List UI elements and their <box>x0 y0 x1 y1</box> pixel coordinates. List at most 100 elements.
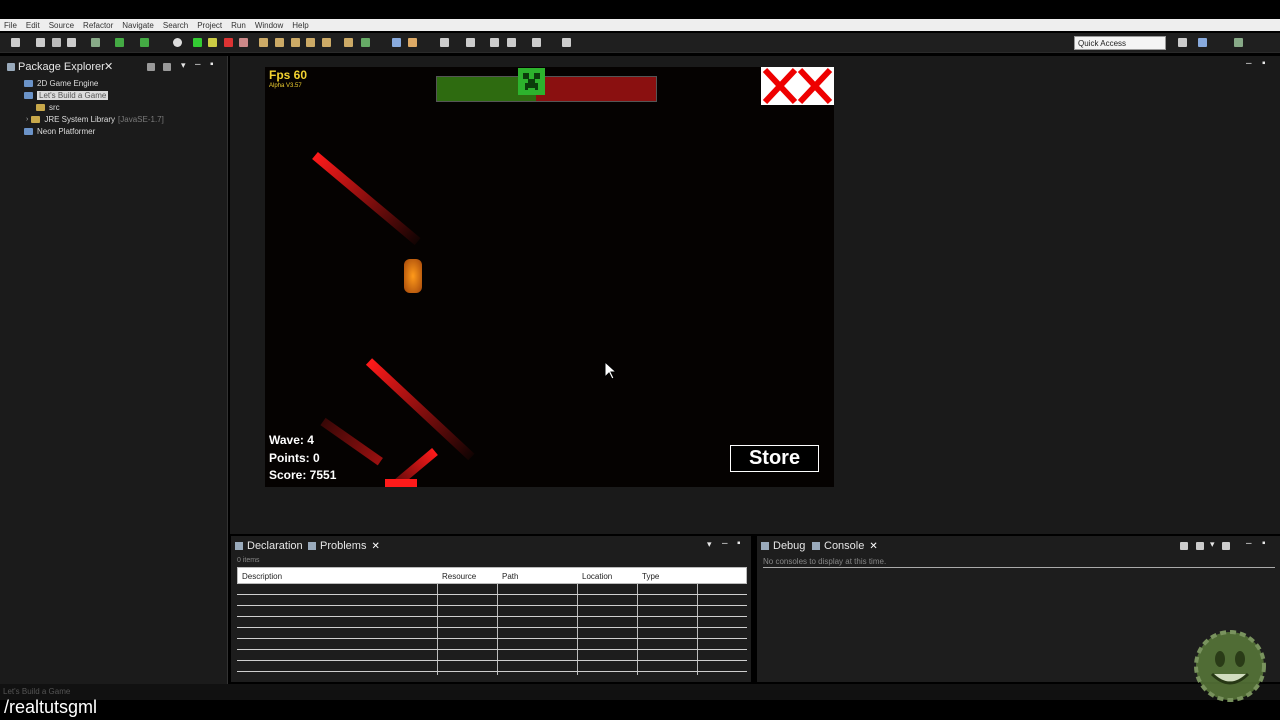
minimize-icon[interactable]: – <box>1246 58 1252 69</box>
score-label: Score: 7551 <box>269 468 337 482</box>
save-all-icon[interactable] <box>52 38 61 47</box>
column-type[interactable]: Type <box>642 572 659 581</box>
last-edit-location-icon[interactable] <box>490 38 499 47</box>
search-icon[interactable] <box>408 38 417 47</box>
suspend-icon[interactable] <box>208 38 217 47</box>
column-description[interactable]: Description <box>242 572 282 581</box>
debug-perspective-icon[interactable] <box>1234 38 1243 47</box>
external-tools-icon[interactable] <box>173 38 182 47</box>
tree-item-lets-build-a-game[interactable]: Let's Build a Game <box>24 91 109 100</box>
mouse-cursor-icon <box>604 361 618 380</box>
menu-edit[interactable]: Edit <box>26 21 40 30</box>
tab-debug[interactable]: Debug <box>761 540 805 552</box>
close-game-icon[interactable] <box>761 67 834 105</box>
terminate-icon[interactable] <box>224 38 233 47</box>
maximize-icon[interactable]: ▪ <box>1262 538 1266 549</box>
maximize-icon[interactable]: ▪ <box>210 59 214 70</box>
fps-counter: Fps 60 <box>269 68 308 82</box>
tab-label: Declaration <box>247 540 303 552</box>
table-header: Description Resource Path Location Type <box>237 567 747 584</box>
maximize-icon[interactable]: ▪ <box>737 538 741 549</box>
pin-editor-icon[interactable] <box>562 38 571 47</box>
menu-project[interactable]: Project <box>197 21 222 30</box>
table-row <box>237 671 747 672</box>
menu-refactor[interactable]: Refactor <box>83 21 113 30</box>
column-location[interactable]: Location <box>582 572 612 581</box>
tab-label: Console <box>824 540 865 552</box>
table-row <box>237 605 747 606</box>
new-icon[interactable] <box>11 38 20 47</box>
display-console-icon[interactable] <box>1196 542 1204 550</box>
expand-arrow-icon[interactable]: › <box>26 116 28 123</box>
save-icon[interactable] <box>36 38 45 47</box>
step-over-icon[interactable] <box>275 38 284 47</box>
resume-icon[interactable] <box>193 38 202 47</box>
column-resource[interactable]: Resource <box>442 572 476 581</box>
game-canvas[interactable]: Fps 60 Alpha V3.57 Wave: 4 Points: 0 Sco… <box>265 67 834 487</box>
open-type-icon[interactable] <box>392 38 401 47</box>
tree-item-label: Let's Build a Game <box>37 91 109 100</box>
menu-source[interactable]: Source <box>49 21 74 30</box>
menu-run[interactable]: Run <box>231 21 246 30</box>
package-explorer-icon <box>7 63 15 71</box>
table-row <box>237 649 747 650</box>
enemy-trail <box>320 417 383 466</box>
tab-declaration[interactable]: Declaration <box>235 540 303 552</box>
tree-item-src[interactable]: src <box>36 103 60 112</box>
column-path[interactable]: Path <box>502 572 518 581</box>
close-icon[interactable]: ✕ <box>104 60 113 73</box>
print-icon[interactable] <box>67 38 76 47</box>
menu-search[interactable]: Search <box>163 21 188 30</box>
run-icon[interactable] <box>140 38 149 47</box>
skip-breakpoints-icon[interactable] <box>91 38 100 47</box>
points-label: Points: 0 <box>269 451 320 465</box>
column-divider <box>497 584 498 675</box>
step-into-icon[interactable] <box>259 38 268 47</box>
new-java-project-icon[interactable] <box>344 38 353 47</box>
open-perspective-icon[interactable] <box>1178 38 1187 47</box>
link-with-editor-icon[interactable] <box>163 63 171 71</box>
menu-help[interactable]: Help <box>292 21 308 30</box>
disconnect-icon[interactable] <box>239 38 248 47</box>
package-explorer-tab[interactable]: Package Explorer <box>18 61 105 73</box>
quick-access-field[interactable]: Quick Access <box>1074 36 1166 50</box>
tree-item-jre-system-library[interactable]: › JRE System Library [JavaSE-1.7] <box>26 115 164 124</box>
debug-icon[interactable] <box>115 38 124 47</box>
view-menu-icon[interactable]: ▾ <box>707 539 712 550</box>
problems-table: Description Resource Path Location Type <box>237 567 747 675</box>
next-annotation-icon[interactable] <box>440 38 449 47</box>
back-icon[interactable] <box>507 38 516 47</box>
minimize-icon[interactable]: – <box>722 538 728 549</box>
menu-window[interactable]: Window <box>255 21 283 30</box>
view-menu-icon[interactable]: ▾ <box>181 60 186 71</box>
java-perspective-icon[interactable] <box>1198 38 1207 47</box>
minimize-icon[interactable]: – <box>1246 538 1252 549</box>
console-icon <box>812 542 820 550</box>
menu-navigate[interactable]: Navigate <box>122 21 154 30</box>
store-button[interactable]: Store <box>730 445 819 472</box>
tree-item-neon-platformer[interactable]: Neon Platformer <box>24 127 95 136</box>
enemy-trail <box>365 358 475 461</box>
menu-file[interactable]: File <box>4 21 17 30</box>
tree-item-2d-game-engine[interactable]: 2D Game Engine <box>24 79 98 88</box>
forward-icon[interactable] <box>532 38 541 47</box>
maximize-icon[interactable]: ▪ <box>1262 58 1266 69</box>
menu-bar: File Edit Source Refactor Navigate Searc… <box>0 0 1280 33</box>
collapse-all-icon[interactable] <box>147 63 155 71</box>
previous-annotation-icon[interactable] <box>466 38 475 47</box>
new-package-icon[interactable] <box>361 38 370 47</box>
debug-icon <box>761 542 769 550</box>
tab-problems[interactable]: Problems ✕ <box>308 540 380 552</box>
close-icon[interactable]: ✕ <box>869 541 877 552</box>
enemy-trail <box>385 479 417 487</box>
tab-console[interactable]: Console ✕ <box>812 540 878 552</box>
close-icon[interactable]: ✕ <box>371 541 379 552</box>
minimize-icon[interactable]: – <box>195 59 201 70</box>
use-step-filters-icon[interactable] <box>322 38 331 47</box>
step-return-icon[interactable] <box>291 38 300 47</box>
declaration-icon <box>235 542 243 550</box>
open-console-icon[interactable] <box>1222 542 1230 550</box>
view-menu-icon[interactable]: ▾ <box>1210 539 1215 550</box>
pin-console-icon[interactable] <box>1180 542 1188 550</box>
drop-to-frame-icon[interactable] <box>306 38 315 47</box>
